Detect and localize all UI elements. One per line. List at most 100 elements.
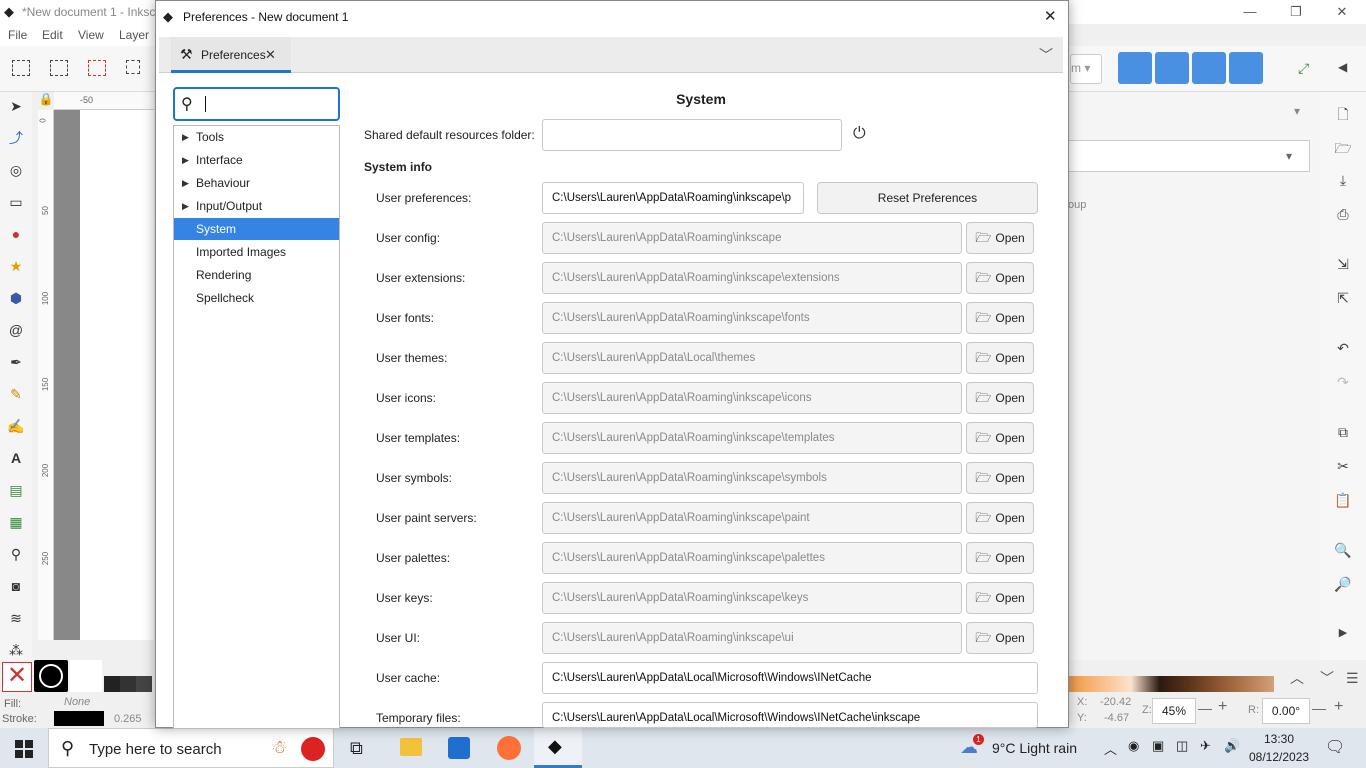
export-icon[interactable]: ⇱ (1334, 290, 1352, 308)
selector-tool-icon[interactable]: ➤ (6, 96, 26, 116)
weather-text[interactable]: 9°C Light rain (992, 740, 1077, 756)
lock-guides-icon[interactable]: 🔒 (38, 92, 54, 110)
user-fonts-field[interactable]: C:\Users\Lauren\AppData\Roaming\inkscape… (542, 302, 962, 334)
tray-app-icon[interactable]: ▣ (1152, 738, 1164, 754)
shared-folder-field[interactable] (542, 119, 842, 151)
palette-down-icon[interactable]: ﹀ (1320, 668, 1334, 688)
search-input[interactable] (209, 93, 329, 115)
close-window-button[interactable]: ✕ (1319, 0, 1365, 24)
clock-time[interactable]: 13:30 (1264, 732, 1294, 746)
calligraphy-tool-icon[interactable]: ✍ (6, 416, 26, 436)
menu-view[interactable]: View (78, 28, 104, 42)
print-icon[interactable]: ⎙ (1334, 206, 1352, 224)
canvas[interactable] (54, 110, 154, 640)
import-icon[interactable]: ⇲ (1334, 256, 1352, 274)
pencil-tool-icon[interactable]: ✎ (6, 384, 26, 404)
tweak-tool-icon[interactable]: ≋ (6, 608, 26, 628)
deselect-icon[interactable] (88, 60, 106, 76)
open-fonts-button[interactable]: 🗁 Open (966, 302, 1034, 334)
gradient-tool-icon[interactable]: ▤ (6, 480, 26, 500)
white-swatch[interactable] (70, 660, 102, 692)
user-paint-servers-field[interactable]: C:\Users\Lauren\AppData\Roaming\inkscape… (542, 502, 962, 534)
reset-power-icon[interactable]: ⏻ (853, 125, 866, 143)
user-symbols-field[interactable]: C:\Users\Lauren\AppData\Roaming\inkscape… (542, 462, 962, 494)
color-palette[interactable] (1074, 676, 1274, 692)
expand-commands-icon[interactable]: ▶ (1334, 626, 1352, 644)
snap-toggle-3[interactable] (1192, 52, 1226, 84)
network-icon[interactable]: ✈ (1200, 738, 1211, 754)
expand-arrow-icon[interactable]: ▶ (182, 149, 189, 171)
preferences-search[interactable]: ⚲ (173, 87, 340, 121)
open-templates-button[interactable]: 🗁 Open (966, 422, 1034, 454)
text-tool-icon[interactable]: A (6, 448, 26, 468)
maximize-button[interactable]: ❐ (1273, 0, 1319, 24)
tray-app2-icon[interactable]: ◫ (1176, 738, 1188, 754)
stroke-width[interactable]: 0.265 (114, 713, 142, 725)
start-button[interactable] (15, 740, 33, 758)
tree-item-tools[interactable]: ▶ Tools (174, 126, 339, 148)
zoom-field[interactable]: 45% (1152, 698, 1196, 724)
user-icons-field[interactable]: C:\Users\Lauren\AppData\Roaming\inkscape… (542, 382, 962, 414)
save-icon[interactable]: ⤓ (1334, 172, 1352, 190)
node-tool-icon[interactable]: ⤴ (6, 128, 26, 148)
rotate-ccw-button[interactable]: — (1312, 700, 1326, 716)
gray-swatch-3[interactable] (136, 676, 152, 692)
temporary-files-field[interactable]: C:\Users\Lauren\AppData\Local\Microsoft\… (542, 702, 1038, 728)
close-tab-icon[interactable]: ✕ (265, 47, 276, 63)
dropper-tool-icon[interactable]: ⚲ (6, 544, 26, 564)
tree-item-system[interactable]: System (174, 218, 339, 240)
new-document-icon[interactable]: 🗋 (1334, 104, 1352, 122)
open-config-button[interactable]: 🗁 Open (966, 222, 1034, 254)
box3d-tool-icon[interactable]: ⬢ (6, 288, 26, 308)
expand-arrow-icon[interactable]: ▶ (182, 195, 189, 217)
shape-builder-icon[interactable]: ◎ (6, 160, 26, 180)
tree-item-input-output[interactable]: ▶ Input/Output (174, 195, 339, 217)
zoom-out-button[interactable]: — (1198, 700, 1212, 716)
snap-toggle-1[interactable] (1118, 52, 1152, 84)
user-themes-field[interactable]: C:\Users\Lauren\AppData\Local\themes (542, 342, 962, 374)
unit-select[interactable]: m ▾ (1070, 54, 1102, 84)
minimize-button[interactable]: — (1227, 0, 1273, 24)
pen-tool-icon[interactable]: ✒ (6, 352, 26, 372)
tab-preferences[interactable]: ⚒ Preferences ✕ (171, 37, 291, 73)
gray-swatch-1[interactable] (104, 676, 120, 692)
open-icons-button[interactable]: 🗁 Open (966, 382, 1034, 414)
show-hidden-icons[interactable]: ︿ (1104, 739, 1117, 758)
collapse-left-icon[interactable]: ◀ (1338, 60, 1347, 74)
task-view-icon[interactable]: ⧉ (350, 738, 363, 759)
user-cache-field[interactable]: C:\Users\Lauren\AppData\Local\Microsoft\… (542, 662, 1038, 694)
user-palettes-field[interactable]: C:\Users\Lauren\AppData\Roaming\inkscape… (542, 542, 962, 574)
taskbar-search-box[interactable]: ⚲ Type here to search ☃ (48, 728, 334, 768)
open-themes-button[interactable]: 🗁 Open (966, 342, 1034, 374)
copy-icon[interactable]: ⧉ (1334, 424, 1352, 442)
zoom-selection-icon[interactable]: 🔍 (1334, 542, 1352, 560)
snap-toggle-2[interactable] (1155, 52, 1189, 84)
inkscape-taskbar-button[interactable]: ◆ (534, 728, 582, 768)
undo-icon[interactable]: ↶ (1334, 340, 1352, 358)
open-paint-button[interactable]: 🗁 Open (966, 502, 1034, 534)
menu-layer[interactable]: Layer (119, 28, 149, 42)
no-paint-swatch[interactable]: ✕ (2, 662, 32, 692)
snap-toggle-4[interactable] (1229, 52, 1263, 84)
palette-up-icon[interactable]: ︿ (1290, 668, 1304, 688)
open-keys-button[interactable]: 🗁 Open (966, 582, 1034, 614)
firefox-icon[interactable] (497, 736, 521, 760)
rotation-field[interactable]: 0.00° (1262, 698, 1310, 724)
transform-icon[interactable] (126, 60, 140, 74)
user-ui-field[interactable]: C:\Users\Lauren\AppData\Roaming\inkscape… (542, 622, 962, 654)
select-all-layers-icon[interactable] (50, 60, 68, 76)
menu-edit[interactable]: Edit (42, 28, 63, 42)
paint-bucket-icon[interactable]: ◙ (6, 576, 26, 596)
notifications-icon[interactable]: 🗨 (1325, 737, 1345, 757)
tree-item-imported-images[interactable]: Imported Images (174, 241, 339, 263)
stroke-indicator[interactable] (54, 711, 104, 726)
panel-dropdown[interactable]: ▾ (1068, 140, 1310, 172)
gray-swatch-2[interactable] (120, 676, 136, 692)
palette-menu-icon[interactable]: ☰ (1346, 670, 1359, 687)
user-config-field[interactable]: C:\Users\Lauren\AppData\Roaming\inkscape (542, 222, 962, 254)
volume-icon[interactable]: 🔊 (1224, 738, 1240, 754)
file-explorer-icon[interactable] (400, 738, 422, 756)
open-file-icon[interactable]: 🗁 (1334, 138, 1352, 156)
open-ui-button[interactable]: 🗁 Open (966, 622, 1034, 654)
select-all-icon[interactable] (12, 60, 30, 76)
